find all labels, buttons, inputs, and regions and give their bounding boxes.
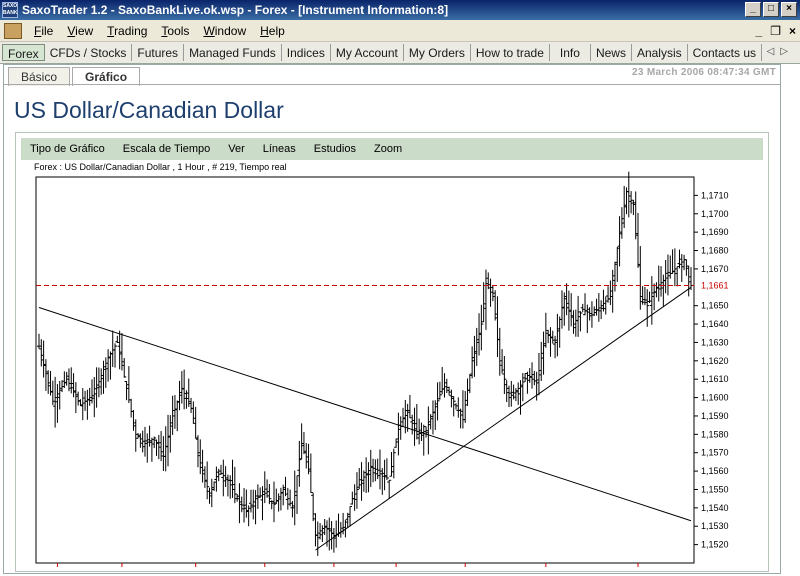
y-tick-label: 1,1630 — [701, 337, 729, 347]
y-tick-label: 1,1610 — [701, 374, 729, 384]
y-tick-label: 1,1570 — [701, 448, 729, 458]
price-chart[interactable]: 1,1710 1,1700 1,1690 1,1680 1,1670 1,1650 1,16… — [16, 133, 768, 571]
minimize-button[interactable]: _ — [745, 2, 761, 17]
nav-tab-how-to-trade[interactable]: How to trade — [471, 44, 550, 61]
instrument-panel: Básico Gráfico 23 March 2006 08:47:34 GM… — [3, 64, 781, 574]
y-tick-label: 1,1580 — [701, 429, 729, 439]
plot-area — [35, 176, 695, 564]
chart-frame: Tipo de Gráfico Escala de Tiempo Ver Lín… — [15, 132, 769, 572]
nav-tab-news[interactable]: News — [591, 44, 632, 61]
menu-window[interactable]: Window — [203, 24, 246, 38]
menu-trading[interactable]: Trading — [107, 24, 147, 38]
y-tick-label: 1,1620 — [701, 356, 729, 366]
nav-tab-my-orders[interactable]: My Orders — [404, 44, 471, 61]
y-tick-label: 1,1530 — [701, 521, 729, 531]
y-tick-label: 1,1700 — [701, 209, 729, 219]
y-tick-label: 1,1650 — [701, 301, 729, 311]
window-title: SaxoTrader 1.2 - SaxoBankLive.ok.wsp - F… — [22, 3, 449, 17]
y-tick-label: 1,1520 — [701, 540, 729, 550]
nav-tab-indices[interactable]: Indices — [282, 44, 331, 61]
y-tick-label: 1,1690 — [701, 227, 729, 237]
nav-tab-forex[interactable]: Forex — [2, 44, 45, 61]
scroll-right-icon[interactable]: ▷ — [780, 46, 794, 57]
nav-tab-cfds-stocks[interactable]: CFDs / Stocks — [45, 44, 133, 61]
app-system-icon[interactable] — [4, 23, 22, 39]
nav-tab-analysis[interactable]: Analysis — [632, 44, 688, 61]
nav-tab-futures[interactable]: Futures — [132, 44, 185, 61]
nav-tab-managed-funds[interactable]: Managed Funds — [184, 44, 282, 61]
saxo-logo-icon: SAXO BANK — [2, 2, 18, 18]
title-bar: SAXO BANK SaxoTrader 1.2 - SaxoBankLive.… — [0, 0, 800, 20]
nav-tab-my-account[interactable]: My Account — [331, 44, 404, 61]
y-tick-label: 1,1550 — [701, 484, 729, 494]
y-tick-label: 1,1640 — [701, 319, 729, 329]
y-tick-label: 1,1670 — [701, 264, 729, 274]
current-price-label: 1,1661 — [701, 280, 729, 290]
mdi-minimize-icon[interactable]: _ — [756, 24, 763, 38]
nav-tab-info[interactable]: Info — [550, 44, 591, 61]
maximize-button[interactable]: □ — [763, 2, 779, 17]
y-tick-label: 1,1540 — [701, 503, 729, 513]
mdi-restore-icon[interactable]: ❐ — [770, 24, 781, 38]
y-tick-label: 1,1680 — [701, 246, 729, 256]
y-tick-label: 1,1590 — [701, 411, 729, 421]
menu-help[interactable]: Help — [260, 24, 285, 38]
scroll-left-icon[interactable]: ◁ — [767, 46, 781, 57]
subtab-divider — [4, 84, 780, 85]
y-tick-label: 1,1560 — [701, 466, 729, 476]
y-tick-label: 1,1710 — [701, 190, 729, 200]
timestamp: 23 March 2006 08:47:34 GMT — [632, 67, 776, 78]
menu-bar: File View Trading Tools Window Help _ ❐ … — [0, 20, 800, 42]
mdi-close-icon[interactable]: × — [789, 24, 796, 38]
menu-view[interactable]: View — [67, 24, 93, 38]
menu-file[interactable]: File — [34, 24, 53, 38]
instrument-nav-bar: Forex CFDs / Stocks Futures Managed Fund… — [0, 42, 800, 64]
menu-tools[interactable]: Tools — [161, 24, 189, 38]
y-tick-label: 1,1600 — [701, 393, 729, 403]
nav-tab-contacts-us[interactable]: Contacts us — [688, 44, 763, 61]
page-title: US Dollar/Canadian Dollar — [14, 97, 284, 123]
close-button[interactable]: × — [781, 2, 797, 17]
